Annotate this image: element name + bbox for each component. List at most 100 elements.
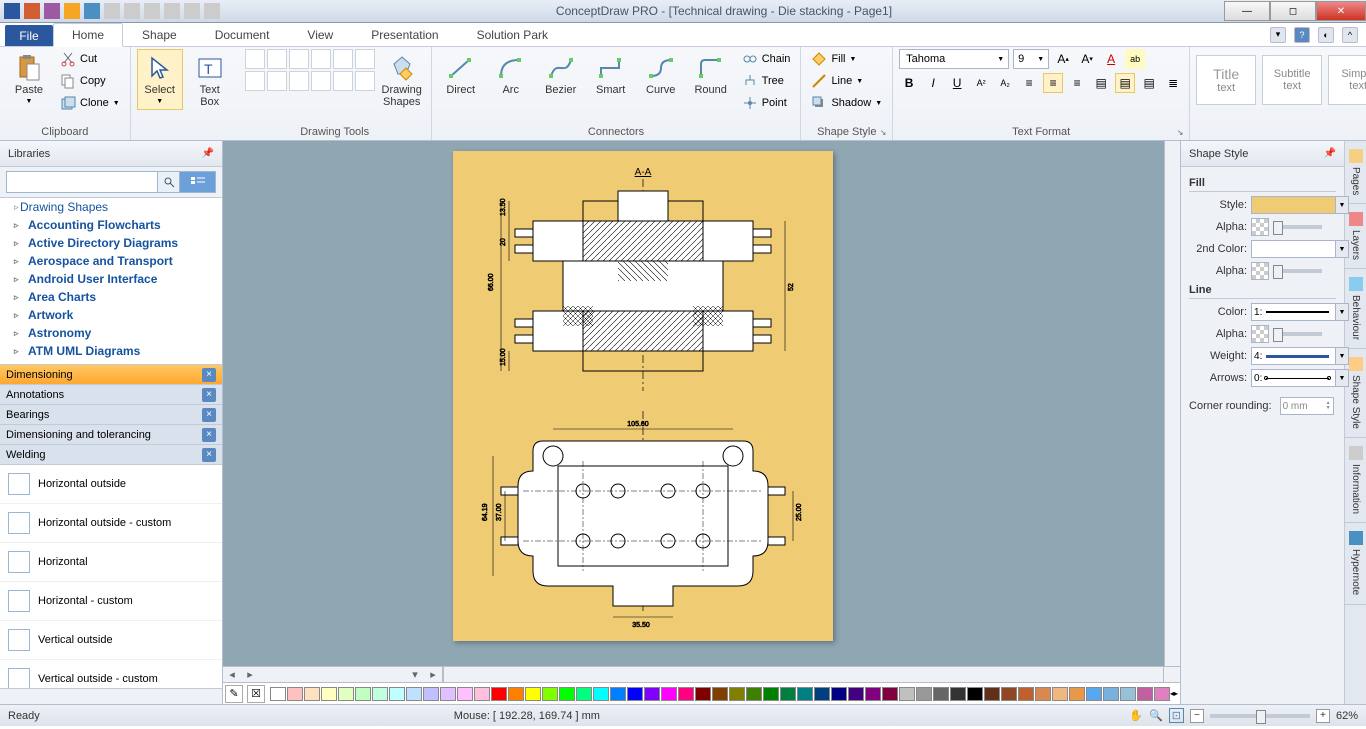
page-navigator[interactable]: ◂▸▾▸ (223, 667, 443, 682)
tree-item[interactable]: Artwork (0, 306, 222, 324)
color-swatch[interactable] (372, 687, 388, 701)
shadow-button[interactable]: Shadow ▼ (807, 93, 886, 113)
qa-icon[interactable] (64, 3, 80, 19)
color-swatch[interactable] (831, 687, 847, 701)
dialog-launcher-icon[interactable]: ↘ (1175, 128, 1185, 138)
tree-item[interactable]: Aerospace and Transport (0, 252, 222, 270)
connector-curve[interactable]: Curve (638, 49, 684, 101)
minimize-button[interactable]: — (1224, 1, 1270, 21)
valign-bottom-button[interactable]: ▤ (1139, 73, 1159, 93)
color-swatch[interactable] (950, 687, 966, 701)
horizontal-scrollbar[interactable] (443, 667, 1164, 682)
point-button[interactable]: Point (738, 93, 795, 113)
color-swatch[interactable] (644, 687, 660, 701)
second-color-combo[interactable]: ▼ (1251, 240, 1336, 258)
fit-page-icon[interactable]: ⊡ (1169, 708, 1184, 723)
color-swatch[interactable] (746, 687, 762, 701)
color-swatch[interactable] (576, 687, 592, 701)
color-swatch[interactable] (695, 687, 711, 701)
color-swatch[interactable] (457, 687, 473, 701)
italic-button[interactable]: I (923, 73, 943, 93)
color-swatch[interactable] (763, 687, 779, 701)
font-combo[interactable]: Tahoma▼ (899, 49, 1009, 69)
color-swatch[interactable] (304, 687, 320, 701)
highlight-button[interactable]: ab (1125, 49, 1145, 69)
clone-button[interactable]: Clone ▼ (56, 93, 124, 113)
tool-btn[interactable] (333, 49, 353, 69)
qa-icon[interactable] (104, 3, 120, 19)
chevron-down-icon[interactable]: ▼ (1335, 347, 1349, 365)
side-tab-information[interactable]: Information (1345, 438, 1366, 523)
color-swatch[interactable] (1069, 687, 1085, 701)
fill-alpha-slider[interactable] (1273, 225, 1322, 229)
close-icon[interactable]: × (202, 408, 216, 422)
close-icon[interactable]: × (202, 368, 216, 382)
color-swatch[interactable] (491, 687, 507, 701)
zoom-in-button[interactable]: + (1316, 709, 1330, 723)
category-welding[interactable]: Welding× (0, 445, 222, 465)
dialog-launcher-icon[interactable]: ↘ (878, 128, 888, 138)
qa-icon[interactable] (204, 3, 220, 19)
color-swatch[interactable] (848, 687, 864, 701)
subscript-button[interactable]: A₂ (995, 73, 1015, 93)
color-swatch[interactable] (406, 687, 422, 701)
color-swatch[interactable] (1154, 687, 1170, 701)
tool-btn[interactable] (245, 71, 265, 91)
chevron-down-icon[interactable]: ▼ (1335, 240, 1349, 258)
color-swatch[interactable] (984, 687, 1000, 701)
file-menu[interactable]: File (5, 25, 53, 46)
line-color-combo[interactable]: 1:▼ (1251, 303, 1336, 321)
tab-shape[interactable]: Shape (123, 23, 196, 46)
maximize-button[interactable]: ◻ (1270, 1, 1316, 21)
shape-item[interactable]: Horizontal (0, 543, 222, 582)
side-tab-pages[interactable]: Pages (1345, 141, 1366, 204)
alpha-swatch[interactable] (1251, 262, 1269, 280)
fill-button[interactable]: Fill ▼ (807, 49, 886, 69)
connector-arc[interactable]: Arc (488, 49, 534, 101)
qa-icon[interactable] (84, 3, 100, 19)
color-swatch[interactable] (338, 687, 354, 701)
tree-item[interactable]: Astronomy (0, 324, 222, 342)
category-annotations[interactable]: Annotations× (0, 385, 222, 405)
copy-button[interactable]: Copy (56, 71, 124, 91)
search-button[interactable] (158, 171, 180, 193)
color-swatch[interactable] (559, 687, 575, 701)
color-swatch[interactable] (508, 687, 524, 701)
color-swatch[interactable] (389, 687, 405, 701)
pin-icon[interactable]: 📌 (1324, 148, 1336, 159)
tool-btn[interactable] (355, 49, 375, 69)
close-icon[interactable]: × (202, 388, 216, 402)
zoom-out-button[interactable]: − (1190, 709, 1204, 723)
color-swatch[interactable] (474, 687, 490, 701)
canvas-viewport[interactable]: A-A (223, 141, 1180, 682)
shape-item[interactable]: Vertical outside - custom (0, 660, 222, 688)
color-swatch[interactable] (610, 687, 626, 701)
tool-btn[interactable] (267, 71, 287, 91)
color-swatch[interactable] (270, 687, 286, 701)
color-swatch[interactable] (1120, 687, 1136, 701)
color-swatch[interactable] (593, 687, 609, 701)
corner-rounding-input[interactable]: 0 mm▲▼ (1280, 397, 1334, 415)
color-swatch[interactable] (321, 687, 337, 701)
line-alpha-slider[interactable] (1273, 332, 1322, 336)
textbox-button[interactable]: T Text Box (187, 49, 233, 113)
align-left-button[interactable]: ≡ (1019, 73, 1039, 93)
line-button[interactable]: Line ▼ (807, 71, 886, 91)
tab-solution-park[interactable]: Solution Park (458, 23, 567, 46)
qa-icon[interactable] (24, 3, 40, 19)
left-hscroll[interactable] (0, 688, 222, 704)
key-icon[interactable]: ◐ (1318, 27, 1334, 43)
underline-button[interactable]: U (947, 73, 967, 93)
color-swatch[interactable] (712, 687, 728, 701)
tree-item[interactable]: Area Charts (0, 288, 222, 306)
color-swatch[interactable] (780, 687, 796, 701)
zoom-tool-icon[interactable]: 🔍 (1149, 709, 1163, 722)
second-alpha-slider[interactable] (1273, 269, 1322, 273)
cut-button[interactable]: Cut (56, 49, 124, 69)
font-color-button[interactable]: A (1101, 49, 1121, 69)
paste-button[interactable]: Paste ▼ (6, 49, 52, 110)
qa-icon[interactable] (4, 3, 20, 19)
tree-item[interactable]: Accounting Flowcharts (0, 216, 222, 234)
valign-middle-button[interactable]: ▤ (1115, 73, 1135, 93)
style-title[interactable]: Titletext (1196, 55, 1256, 105)
